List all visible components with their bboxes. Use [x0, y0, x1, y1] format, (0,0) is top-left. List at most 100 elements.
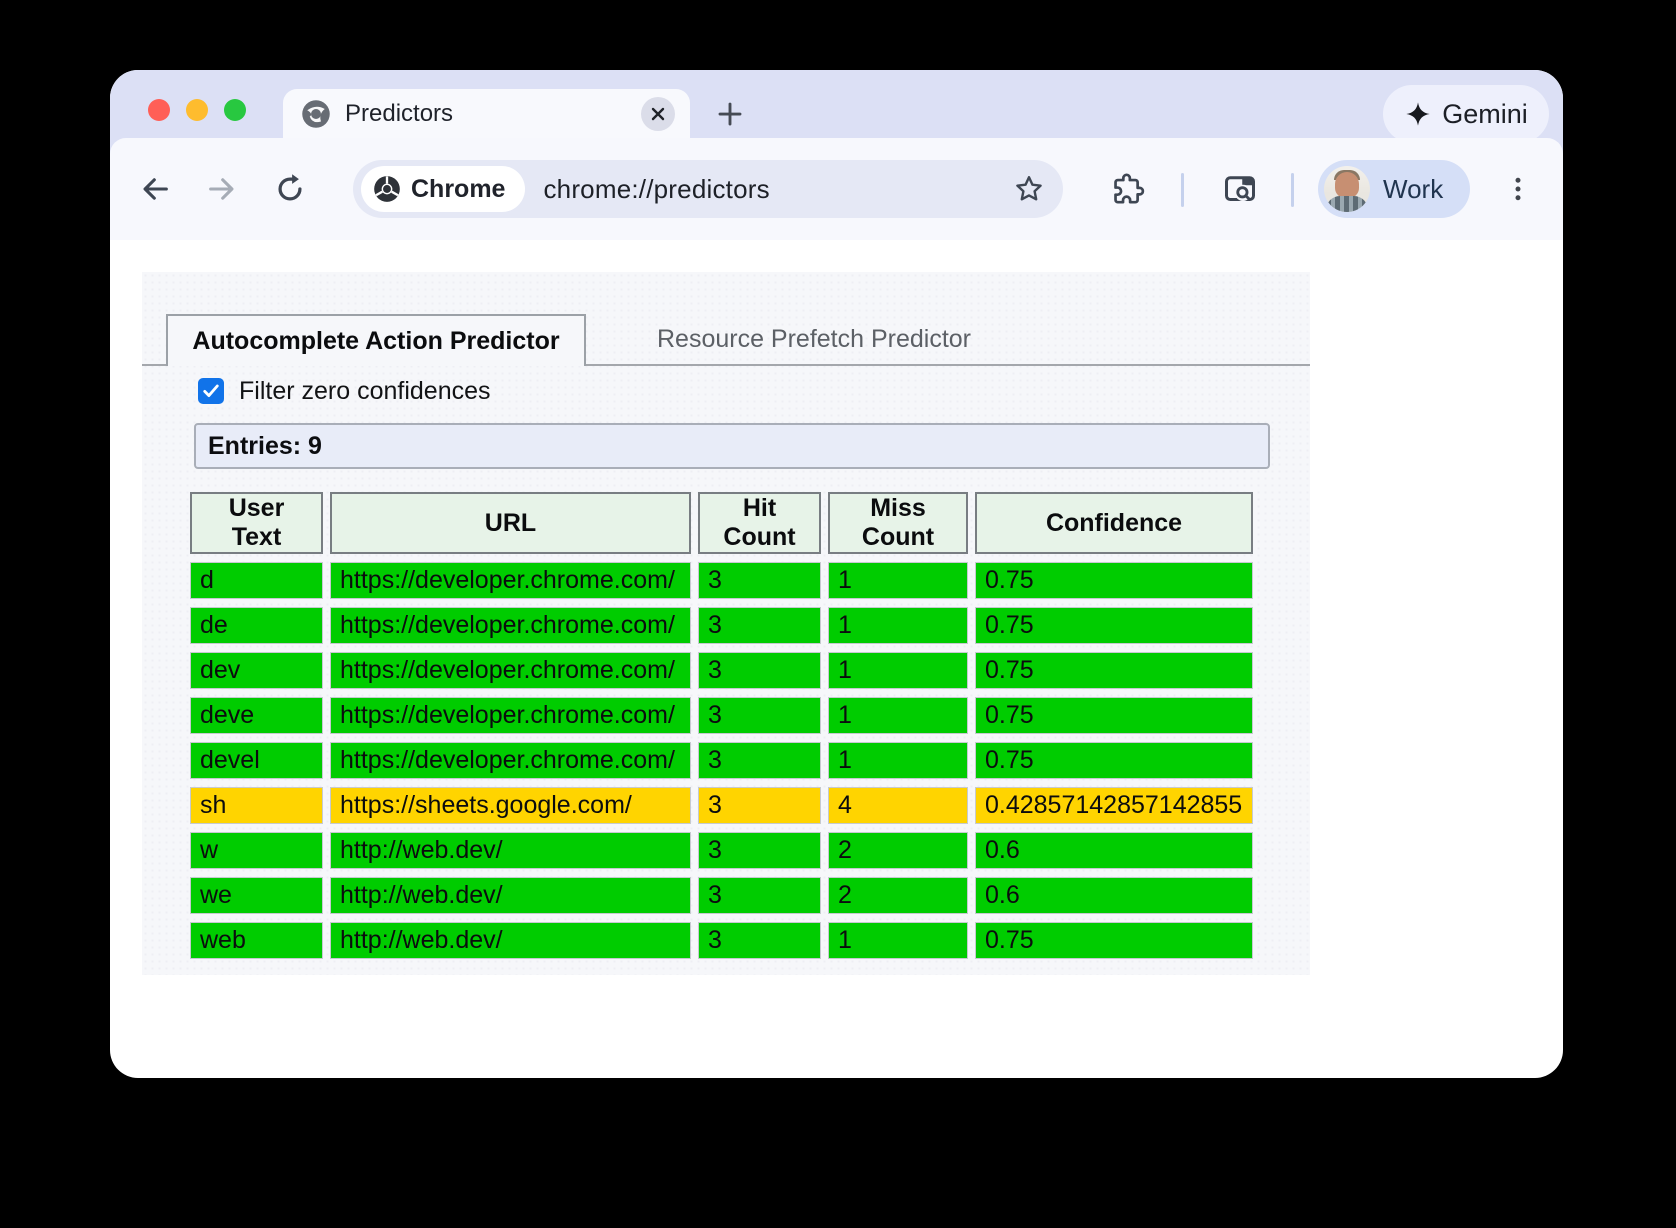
- close-icon: [649, 105, 667, 123]
- address-bar[interactable]: Chrome chrome://predictors: [353, 160, 1063, 218]
- new-tab-button[interactable]: [713, 97, 747, 131]
- filter-zero-confidences-checkbox[interactable]: [198, 378, 224, 404]
- table-row: devhttps://developer.chrome.com/310.75: [190, 652, 1253, 689]
- cell-confidence: 0.6: [975, 877, 1253, 914]
- cell-hit_count: 3: [698, 562, 821, 599]
- toolbar: Chrome chrome://predictors: [110, 138, 1563, 240]
- extensions-puzzle-icon: [1111, 172, 1145, 206]
- table-row: wehttp://web.dev/320.6: [190, 877, 1253, 914]
- browser-tab-predictors[interactable]: Predictors: [283, 89, 690, 138]
- column-header: URL: [330, 492, 691, 554]
- cell-hit_count: 3: [698, 922, 821, 959]
- cell-hit_count: 3: [698, 787, 821, 824]
- cell-miss_count: 2: [828, 877, 968, 914]
- menu-button[interactable]: [1496, 138, 1540, 240]
- url-text[interactable]: chrome://predictors: [543, 174, 769, 205]
- cell-user_text: de: [190, 607, 323, 644]
- cell-url: https://developer.chrome.com/: [330, 607, 691, 644]
- chip-label: Chrome: [411, 175, 505, 204]
- cell-url: https://sheets.google.com/: [330, 787, 691, 824]
- table-row: dehttps://developer.chrome.com/310.75: [190, 607, 1253, 644]
- cell-confidence: 0.75: [975, 922, 1253, 959]
- cell-hit_count: 3: [698, 877, 821, 914]
- column-header: Confidence: [975, 492, 1253, 554]
- cell-hit_count: 3: [698, 607, 821, 644]
- cell-miss_count: 4: [828, 787, 968, 824]
- toolbar-divider: [1181, 173, 1184, 207]
- table-row: devehttps://developer.chrome.com/310.75: [190, 697, 1253, 734]
- cell-user_text: we: [190, 877, 323, 914]
- table-header-row: User TextURLHit CountMiss CountConfidenc…: [190, 492, 1253, 554]
- cell-user_text: deve: [190, 697, 323, 734]
- filter-row: Filter zero confidences: [198, 376, 491, 406]
- cell-url: https://developer.chrome.com/: [330, 652, 691, 689]
- cell-miss_count: 1: [828, 652, 968, 689]
- three-dot-menu-icon: [1503, 174, 1533, 204]
- side-panel-search-button[interactable]: [1218, 138, 1262, 240]
- chrome-chip[interactable]: Chrome: [361, 166, 525, 212]
- predictors-page: Autocomplete Action Predictor Resource P…: [142, 272, 1310, 975]
- traffic-light-close-button[interactable]: [148, 99, 170, 121]
- forward-arrow-icon: [205, 172, 239, 206]
- cell-user_text: d: [190, 562, 323, 599]
- cell-confidence: 0.75: [975, 652, 1253, 689]
- toolbar-divider: [1291, 173, 1294, 207]
- gemini-label: Gemini: [1442, 99, 1528, 130]
- plus-icon: [715, 99, 745, 129]
- cell-miss_count: 1: [828, 922, 968, 959]
- profile-button[interactable]: Work: [1318, 160, 1470, 218]
- cell-url: http://web.dev/: [330, 832, 691, 869]
- cell-hit_count: 3: [698, 742, 821, 779]
- cell-user_text: web: [190, 922, 323, 959]
- gemini-button[interactable]: Gemini: [1383, 85, 1549, 143]
- cell-hit_count: 3: [698, 652, 821, 689]
- cell-miss_count: 2: [828, 832, 968, 869]
- table-row: whttp://web.dev/320.6: [190, 832, 1253, 869]
- cell-miss_count: 1: [828, 607, 968, 644]
- column-header: Hit Count: [698, 492, 821, 554]
- back-button[interactable]: [133, 138, 177, 240]
- reload-icon: [273, 172, 307, 206]
- browser-window: Predictors Gemini: [110, 70, 1563, 1078]
- cell-user_text: sh: [190, 787, 323, 824]
- cell-confidence: 0.75: [975, 562, 1253, 599]
- browser-header: Predictors Gemini: [110, 70, 1563, 240]
- cell-url: http://web.dev/: [330, 877, 691, 914]
- cell-confidence: 0.75: [975, 607, 1253, 644]
- table-row: dhttps://developer.chrome.com/310.75: [190, 562, 1253, 599]
- table-row: shhttps://sheets.google.com/340.42857142…: [190, 787, 1253, 824]
- traffic-light-minimize-button[interactable]: [186, 99, 208, 121]
- reload-button[interactable]: [268, 138, 312, 240]
- cell-confidence: 0.42857142857142855: [975, 787, 1253, 824]
- cell-url: https://developer.chrome.com/: [330, 697, 691, 734]
- cell-confidence: 0.6: [975, 832, 1253, 869]
- bookmark-button[interactable]: [1013, 173, 1045, 205]
- traffic-light-zoom-button[interactable]: [224, 99, 246, 121]
- filter-label[interactable]: Filter zero confidences: [239, 377, 491, 406]
- column-header: Miss Count: [828, 492, 968, 554]
- cell-miss_count: 1: [828, 697, 968, 734]
- chrome-logo-icon: [373, 175, 401, 203]
- cell-confidence: 0.75: [975, 697, 1253, 734]
- entries-count-box: Entries: 9: [194, 423, 1270, 469]
- predictors-table: User TextURLHit CountMiss CountConfidenc…: [183, 484, 1260, 967]
- extensions-button[interactable]: [1106, 138, 1150, 240]
- side-panel-search-icon: [1222, 171, 1258, 207]
- cell-hit_count: 3: [698, 697, 821, 734]
- cell-url: https://developer.chrome.com/: [330, 562, 691, 599]
- cell-user_text: w: [190, 832, 323, 869]
- tab-resource-prefetch-predictor[interactable]: Resource Prefetch Predictor: [604, 314, 1024, 364]
- forward-button[interactable]: [200, 138, 244, 240]
- checkmark-icon: [201, 381, 221, 401]
- gemini-spark-icon: [1404, 100, 1432, 128]
- tab-close-button[interactable]: [641, 97, 675, 131]
- cell-confidence: 0.75: [975, 742, 1253, 779]
- cell-hit_count: 3: [698, 832, 821, 869]
- profile-name: Work: [1383, 174, 1443, 205]
- cell-miss_count: 1: [828, 742, 968, 779]
- cell-miss_count: 1: [828, 562, 968, 599]
- avatar: [1324, 166, 1370, 212]
- tab-autocomplete-action-predictor[interactable]: Autocomplete Action Predictor: [166, 314, 586, 366]
- table-row: develhttps://developer.chrome.com/310.75: [190, 742, 1253, 779]
- cell-url: https://developer.chrome.com/: [330, 742, 691, 779]
